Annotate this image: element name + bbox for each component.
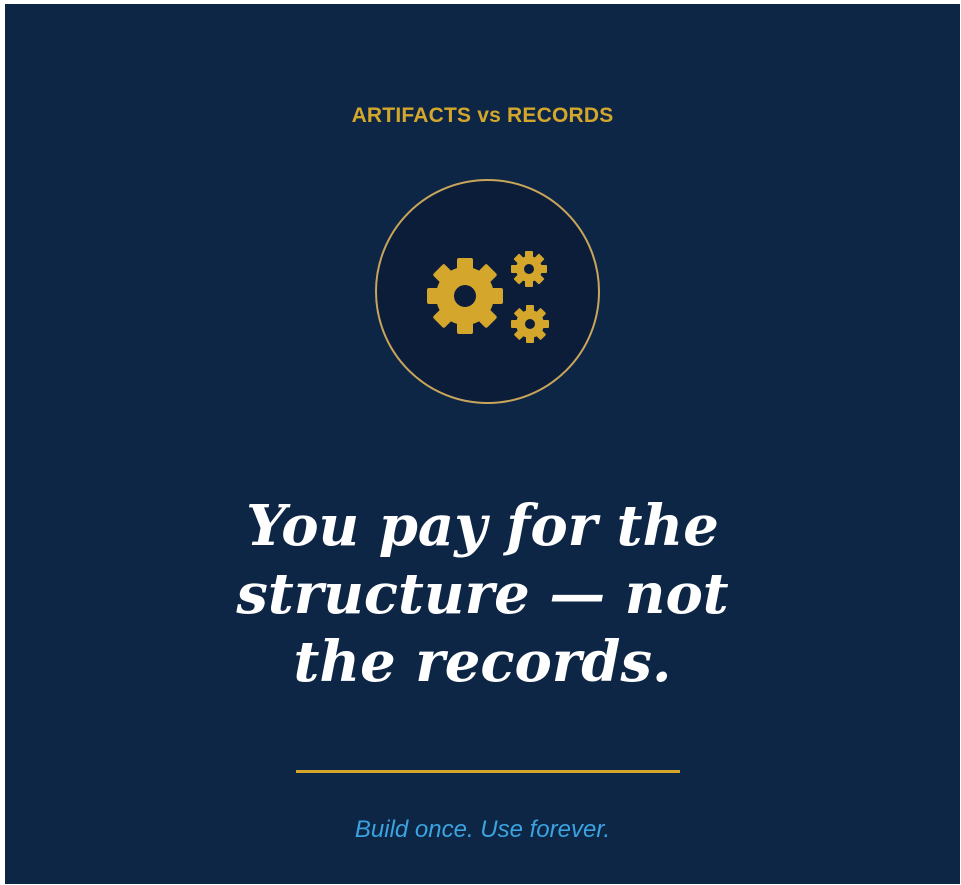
headline-line-3: the records.	[293, 629, 672, 695]
gears-badge	[375, 179, 600, 404]
headline-line-1: You pay for the	[246, 493, 719, 559]
headline: You pay for the structure — not the reco…	[5, 492, 960, 696]
tagline: Build once. Use forever.	[354, 816, 611, 843]
eyebrow-label: ARTIFACTS vs RECORDS	[351, 104, 614, 127]
card: ARTIFACTS vs RECORDS You pay for the str…	[5, 4, 960, 884]
divider	[296, 770, 680, 773]
gears-icon	[427, 251, 549, 343]
headline-line-2: structure — not	[236, 561, 729, 627]
